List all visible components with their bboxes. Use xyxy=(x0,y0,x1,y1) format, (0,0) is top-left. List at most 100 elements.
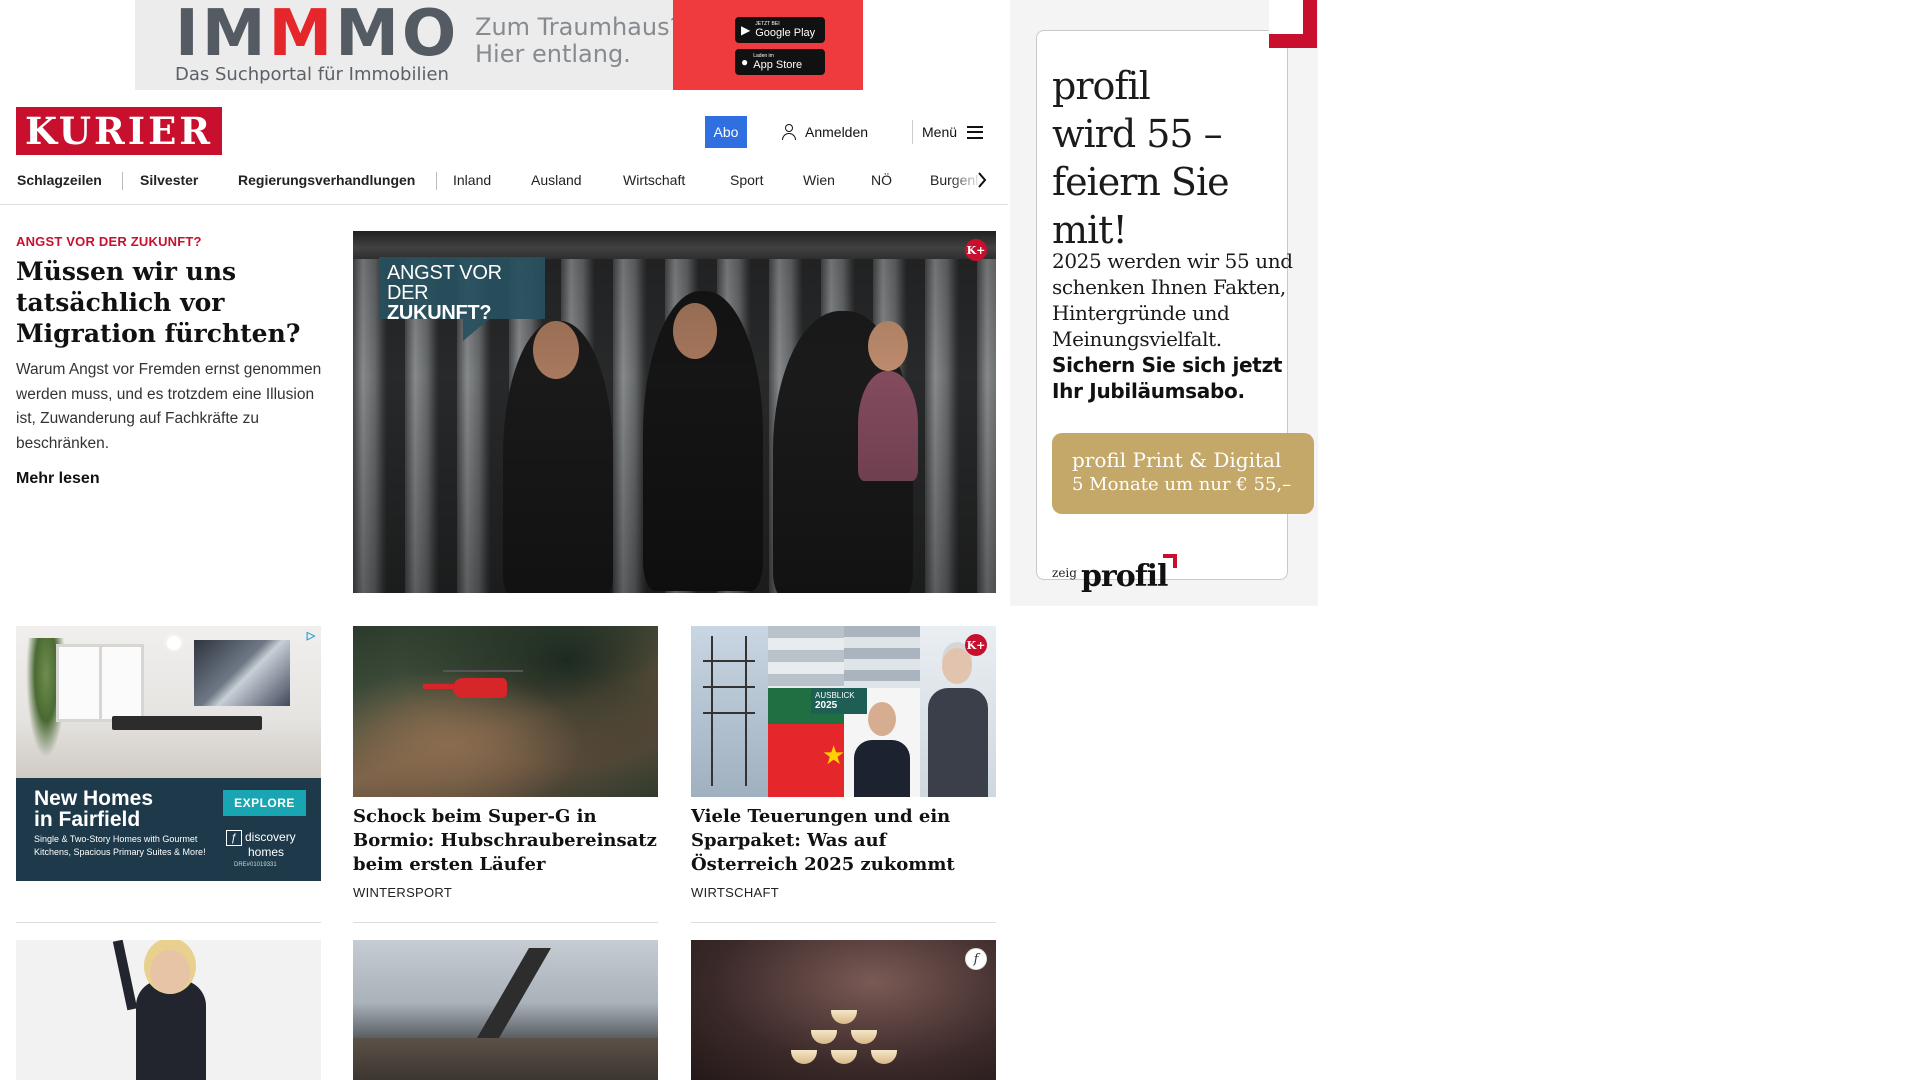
immmo-logo: IMMMO xyxy=(175,0,460,71)
ad-small-text: Single & Two-Story Homes with Gourmet Ki… xyxy=(34,834,206,857)
collage-cars-2 xyxy=(844,626,920,688)
lead-image[interactable]: ANGST VOR DER ZUKUNFT? K+ xyxy=(353,231,996,593)
nav-item-inland[interactable]: Inland xyxy=(453,165,491,205)
ad-panel: New Homes in Fairfield Single & Two-Stor… xyxy=(16,778,321,881)
profil-logo: profil xyxy=(1080,554,1178,594)
abo-button[interactable]: Abo xyxy=(705,116,747,148)
profil-headline: profil wird 55 – feiern Sie mit! xyxy=(1052,62,1302,254)
profil-headline-line1: profil xyxy=(1052,64,1151,108)
f-plus-badge: f xyxy=(965,948,987,970)
ad-lamp xyxy=(167,636,181,650)
app-store-label: App Store xyxy=(753,58,803,71)
app-store-text: Laden im App Store xyxy=(753,53,803,71)
nav-item-silvester[interactable]: Silvester xyxy=(140,165,198,205)
helicopter xyxy=(423,670,523,698)
article-title[interactable]: Viele Teuerungen und ein Sparpa­ket: Was… xyxy=(691,805,996,877)
kplus-badge: K+ xyxy=(965,239,987,261)
profil-offer-line1: profil Print & Digital xyxy=(1072,448,1282,472)
kurier-logo[interactable]: KURIER xyxy=(16,107,222,155)
article-card-bormio[interactable]: Schock beim Super-G in Bormio: Hubschrau… xyxy=(353,626,658,900)
profil-logo-text: profil xyxy=(1080,559,1168,594)
ad-artwork xyxy=(194,640,290,706)
user-icon xyxy=(781,124,797,140)
profil-footer: zeig profil xyxy=(1052,552,1178,594)
read-more-link[interactable]: Mehr lesen xyxy=(16,470,100,488)
profil-ad[interactable]: profil wird 55 – feiern Sie mit! 2025 we… xyxy=(1010,0,1318,606)
article-image-plane-crash[interactable] xyxy=(353,940,658,1080)
nav-item-sport[interactable]: Sport xyxy=(730,165,763,205)
immmo-claim-line1: Zum Traumhaus? xyxy=(475,13,683,41)
ausblick-line2: 2025 xyxy=(815,700,838,711)
article-image-collage: ★ AUSBLICK 2025 K+ xyxy=(691,626,996,797)
nav-item-regierungsverhandlungen[interactable]: Regierungsverhandlungen xyxy=(238,165,415,205)
forest-photo xyxy=(353,626,658,797)
google-play-text: JETZT BEI Google Play xyxy=(755,21,816,39)
ad-headline-line2: in Fairfield xyxy=(34,808,141,831)
profil-corner-cutout xyxy=(1269,0,1303,34)
chevron-right-icon[interactable] xyxy=(974,169,990,191)
immmo-red-panel: ▶ JETZT BEI Google Play ● Laden im App Sto… xyxy=(673,0,863,90)
ad-photo: ▷ xyxy=(16,626,321,778)
nav-item-wirtschaft[interactable]: Wirtschaft xyxy=(623,165,685,205)
row-divider xyxy=(691,922,996,923)
article-image-champagne[interactable]: f xyxy=(691,940,996,1080)
hamburger-icon xyxy=(967,125,984,139)
immmo-claim: Zum Traumhaus? Hier entlang. xyxy=(475,14,682,68)
ad-info-icon[interactable]: ▷ xyxy=(303,628,319,642)
nav-item-wien[interactable]: Wien xyxy=(803,165,835,205)
article-category[interactable]: WINTERSPORT xyxy=(353,885,658,900)
ad-headline-line1: New Homes xyxy=(34,787,154,810)
discovery-logo-icon: ƒ xyxy=(226,830,242,846)
ad-window xyxy=(56,644,144,722)
google-play-label: Google Play xyxy=(755,26,816,39)
immmo-subtitle: Das Suchportal für Immobilien xyxy=(175,64,449,85)
article-card-2025[interactable]: ★ AUSBLICK 2025 K+ Viele Teuerungen und e… xyxy=(691,626,996,900)
nav-item-ausland[interactable]: Ausland xyxy=(531,165,582,205)
login-label: Anmelden xyxy=(805,124,869,140)
header-divider xyxy=(912,120,913,144)
nav-divider xyxy=(436,172,437,190)
article-category[interactable]: WIRTSCHAFT xyxy=(691,885,996,900)
login-link[interactable]: Anmelden xyxy=(781,120,868,144)
lead-image-label-line2: ZUKUNFT? xyxy=(387,302,492,324)
row-divider xyxy=(16,922,321,923)
ausblick-line1: AUSBLICK xyxy=(815,691,855,700)
lead-image-label: ANGST VOR DER ZUKUNFT? xyxy=(379,257,545,323)
profil-offer-line2: 5 Monate um nur € 55,– xyxy=(1072,474,1292,495)
nav-divider xyxy=(122,172,123,190)
nav-item-schlagzeilen[interactable]: Schlagzeilen xyxy=(17,165,102,205)
kplus-badge: K+ xyxy=(965,634,987,656)
app-store-badge[interactable]: ● Laden im App Store xyxy=(735,49,825,75)
nav-item-noe[interactable]: NÖ xyxy=(871,165,892,205)
discovery-homes-ad[interactable]: ▷ New Homes in Fairfield Single & Two-St… xyxy=(16,626,321,881)
apple-icon: ● xyxy=(741,55,749,69)
profil-headline-line2: wird 55 – xyxy=(1052,112,1223,156)
ad-license: DRE#01019331 xyxy=(234,862,277,868)
ad-headline: New Homes in Fairfield xyxy=(34,788,153,830)
row-divider xyxy=(353,922,658,923)
profil-headline-line3: feiern Sie mit! xyxy=(1052,160,1230,252)
article-image-woman[interactable] xyxy=(16,940,321,1080)
star-icon: ★ xyxy=(822,740,846,770)
google-play-icon: ▶ xyxy=(741,23,751,37)
profil-body-bold: Sichern Sie sich jetzt Ihr Jubiläumsabo. xyxy=(1052,353,1283,403)
article-title[interactable]: Schock beim Super-G in Bormio: Hubschrau… xyxy=(353,805,658,877)
profil-logo-mark xyxy=(1163,554,1178,568)
profil-body: 2025 werden wir 55 und schenken Ihnen Fa… xyxy=(1052,249,1293,351)
menu-button[interactable]: Menü xyxy=(922,120,984,144)
lead-headline[interactable]: Müssen wir uns tatsäch­lich vor Migratio… xyxy=(16,256,316,349)
google-play-badge[interactable]: ▶ JETZT BEI Google Play xyxy=(735,17,825,43)
collage-pylon xyxy=(691,626,768,797)
profil-footer-prefix: zeig xyxy=(1052,566,1077,580)
lead-label-tail xyxy=(463,319,489,341)
discovery-homes-logo: ƒ discovery homes xyxy=(226,830,296,858)
lead-kicker: ANGST VOR DER ZUKUNFT? xyxy=(16,234,202,249)
profil-offer-button[interactable]: profil Print & Digital 5 Monate um nur €… xyxy=(1052,433,1314,514)
collage-cars-1 xyxy=(768,626,844,688)
ad-brand-line1: discovery xyxy=(245,830,296,845)
ad-table xyxy=(112,716,262,730)
section-nav: Schlagzeilen Silvester Regierungsverhand… xyxy=(0,165,1008,205)
explore-button[interactable]: EXPLORE xyxy=(223,790,306,816)
immmo-top-banner-ad[interactable]: IMMMO Das Suchportal für Immobilien Zum … xyxy=(135,0,863,90)
lead-teaser: Warum Angst vor Fremden ernst genommen w… xyxy=(16,361,322,452)
